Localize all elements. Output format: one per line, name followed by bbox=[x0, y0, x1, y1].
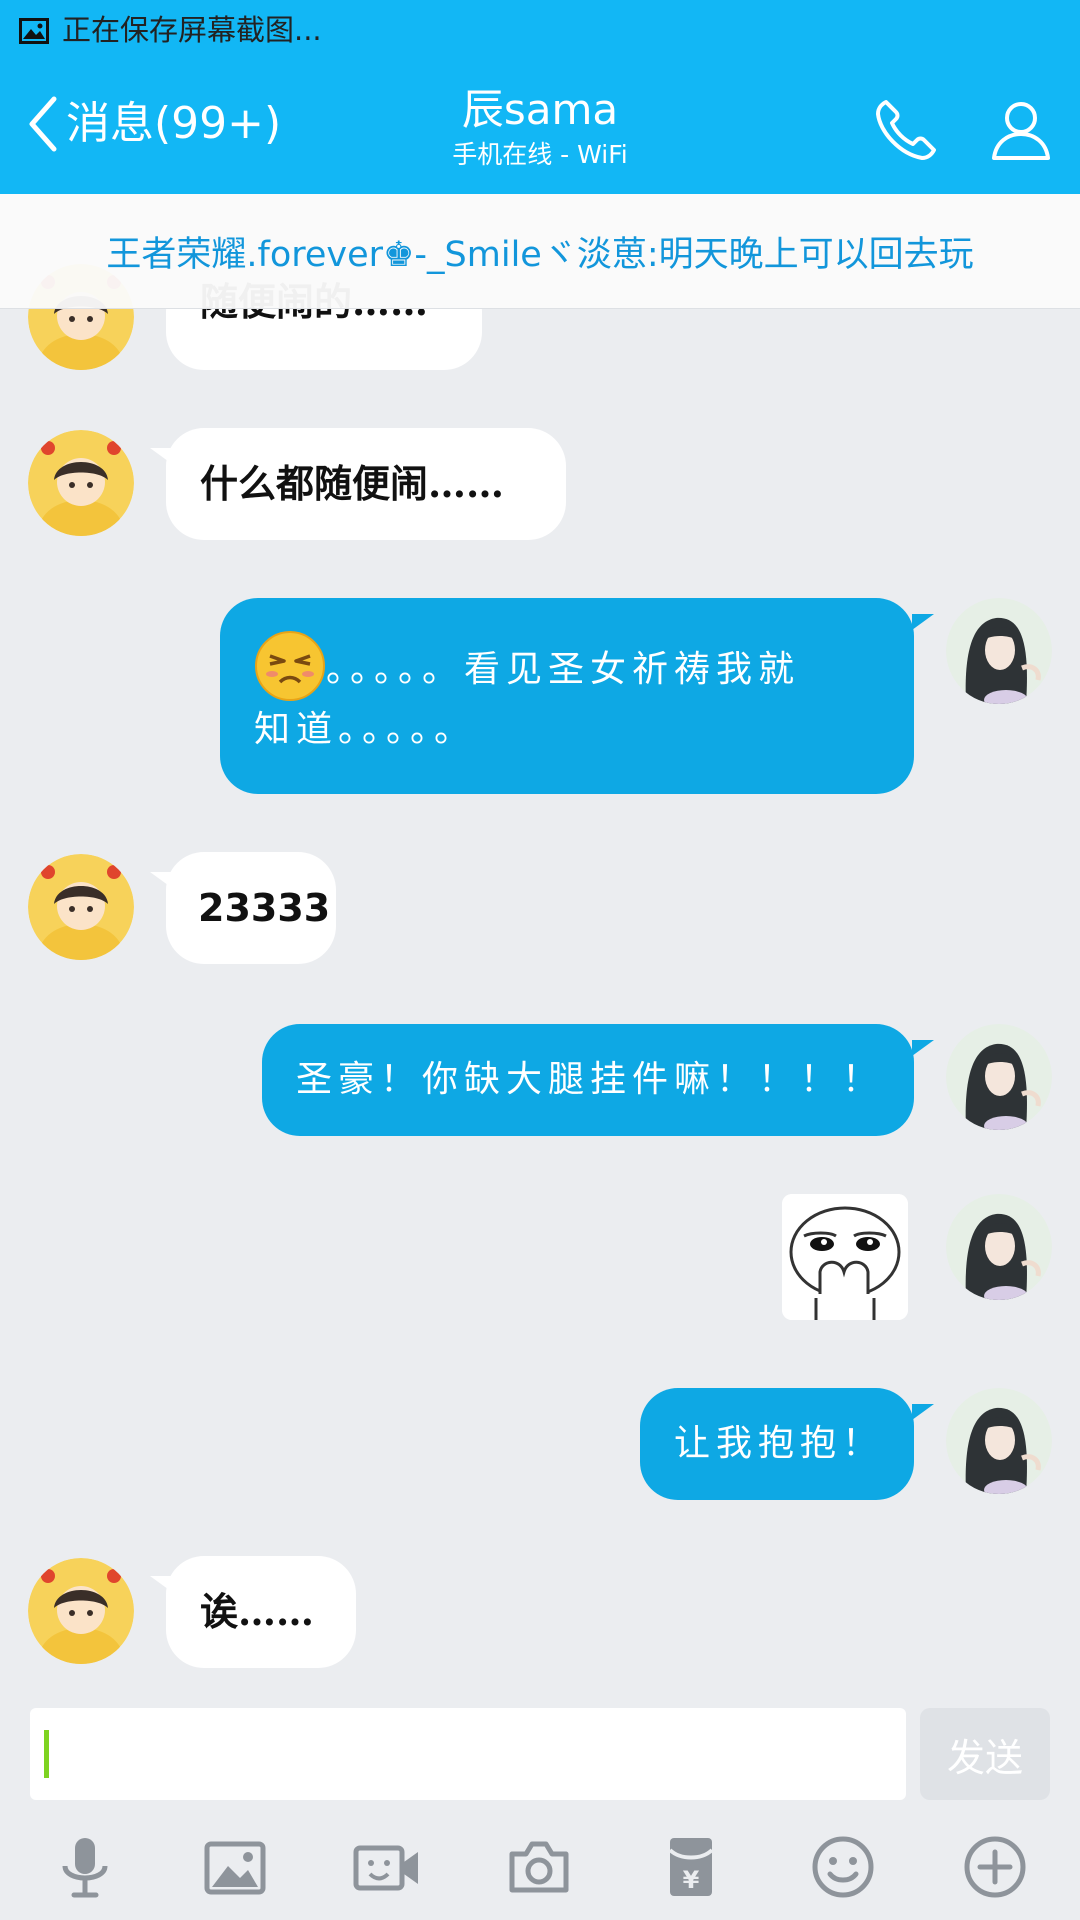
emoji-button[interactable] bbox=[808, 1832, 878, 1902]
video-call-button[interactable] bbox=[352, 1832, 422, 1902]
back-button[interactable]: 消息(99+) bbox=[26, 94, 281, 154]
emoji-icon bbox=[812, 1836, 874, 1898]
avatar-image bbox=[946, 1194, 1052, 1300]
avatar-image bbox=[28, 1558, 134, 1664]
back-label: 消息(99+) bbox=[66, 98, 282, 149]
bubble-tail bbox=[912, 614, 934, 630]
outgoing-message[interactable]: 让我抱抱！ bbox=[640, 1388, 914, 1500]
status-bar: 正在保存屏幕截图... bbox=[0, 0, 1080, 60]
image-icon bbox=[19, 18, 49, 44]
more-button[interactable] bbox=[960, 1832, 1030, 1902]
tired-face-emoji bbox=[255, 631, 325, 701]
plus-icon bbox=[964, 1836, 1026, 1898]
avatar-image bbox=[28, 854, 134, 960]
incoming-message[interactable]: 诶…… bbox=[166, 1556, 356, 1668]
my-avatar[interactable] bbox=[946, 1194, 1052, 1300]
message-text: 知道。。。。。 bbox=[254, 709, 477, 750]
my-avatar[interactable] bbox=[946, 1024, 1052, 1130]
red-packet-icon: ¥ bbox=[668, 1838, 714, 1896]
group-notice-banner[interactable]: 王者荣耀.forever♚-_Smileヾ淡葸:明天晚上可以回去玩 bbox=[0, 194, 1080, 309]
outgoing-message[interactable]: 圣豪！你缺大腿挂件嘛！！！！ bbox=[262, 1024, 914, 1136]
online-status: 手机在线 - WiFi bbox=[452, 140, 628, 169]
video-call-icon bbox=[353, 1845, 418, 1891]
message-list[interactable]: 随便闹的…… 什么都随便闹…… bbox=[0, 194, 1080, 1704]
sticker-message[interactable] bbox=[782, 1194, 908, 1320]
contact-avatar[interactable] bbox=[28, 854, 134, 960]
photo-button[interactable] bbox=[200, 1832, 270, 1902]
camera-button[interactable] bbox=[504, 1832, 574, 1902]
message-text: 23333 bbox=[198, 886, 331, 930]
message-input[interactable] bbox=[30, 1708, 906, 1800]
send-label: 发送 bbox=[946, 1735, 1023, 1780]
chevron-left-icon bbox=[29, 96, 57, 152]
microphone-icon bbox=[62, 1838, 108, 1898]
avatar-image bbox=[946, 1024, 1052, 1130]
text-cursor bbox=[44, 1730, 49, 1778]
title-bar: 消息(99+) 辰sama 手机在线 - WiFi bbox=[0, 60, 1080, 194]
message-text: 让我抱抱！ bbox=[674, 1423, 885, 1464]
avatar-image bbox=[946, 1388, 1052, 1494]
message-text: 圣豪！你缺大腿挂件嘛！！！！ bbox=[296, 1059, 885, 1100]
bubble-tail bbox=[912, 1040, 934, 1056]
shy-face-sticker bbox=[782, 1194, 908, 1320]
banner-text: 王者荣耀.forever♚-_Smileヾ淡葸:明天晚上可以回去玩 bbox=[106, 234, 974, 275]
voice-button[interactable] bbox=[50, 1832, 120, 1902]
input-toolbar: ¥ bbox=[0, 1820, 1080, 1920]
message-text: 什么都随便闹…… bbox=[200, 461, 505, 506]
image-icon bbox=[204, 1841, 266, 1895]
profile-icon[interactable] bbox=[988, 96, 1054, 162]
camera-icon bbox=[509, 1841, 569, 1893]
my-avatar[interactable] bbox=[946, 598, 1052, 704]
outgoing-message[interactable]: 。。。。。看见圣女祈祷我就 知道。。。。。 bbox=[220, 598, 914, 794]
message-text: 诶…… bbox=[200, 1589, 315, 1634]
contact-avatar[interactable] bbox=[28, 1558, 134, 1664]
incoming-message[interactable]: 23333 bbox=[166, 852, 336, 964]
avatar-image bbox=[28, 430, 134, 536]
conversation-title-area[interactable]: 辰sama 手机在线 - WiFi bbox=[340, 84, 740, 172]
contact-avatar[interactable] bbox=[28, 430, 134, 536]
status-text: 正在保存屏幕截图... bbox=[62, 13, 322, 47]
page-title: 辰sama bbox=[461, 85, 619, 134]
phone-icon[interactable] bbox=[872, 96, 940, 164]
my-avatar[interactable] bbox=[946, 1388, 1052, 1494]
message-text: 。。。。。看见圣女祈祷我就 bbox=[326, 649, 801, 690]
bubble-tail bbox=[912, 1404, 934, 1420]
red-packet-button[interactable]: ¥ bbox=[656, 1832, 726, 1902]
send-button[interactable]: 发送 bbox=[920, 1708, 1050, 1800]
incoming-message[interactable]: 什么都随便闹…… bbox=[166, 428, 566, 540]
avatar-image bbox=[946, 598, 1052, 704]
svg-text:¥: ¥ bbox=[683, 1866, 700, 1894]
